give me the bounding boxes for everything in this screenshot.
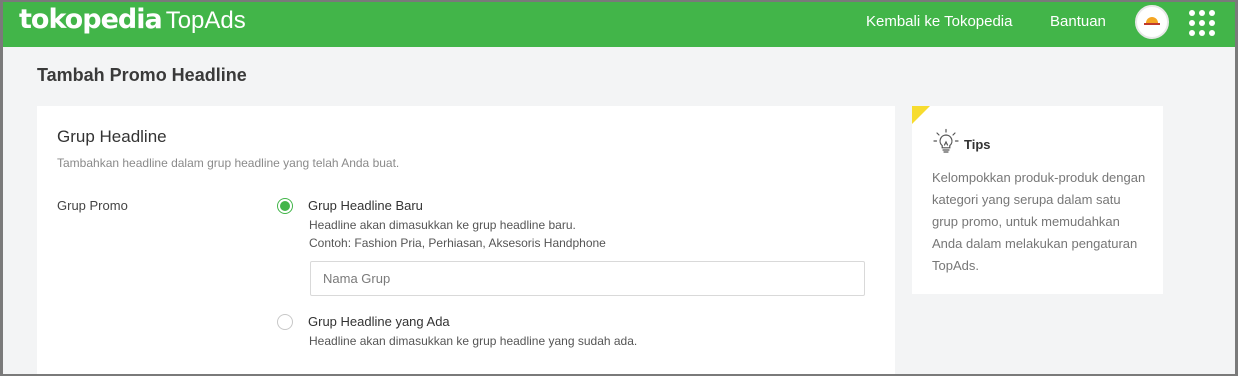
tips-card: Tips Kelompokkan produk-produk dengan ka…: [912, 106, 1163, 294]
logo-brand: tokopedia: [19, 4, 163, 35]
option-new-group-example: Contoh: Fashion Pria, Perhiasan, Aksesor…: [309, 236, 606, 250]
tips-text: Kelompokkan produk-produk dengan kategor…: [932, 170, 1146, 273]
radio-new-group[interactable]: [277, 198, 293, 214]
tips-corner-accent: [912, 106, 930, 124]
page-title: Tambah Promo Headline: [37, 65, 247, 85]
option-existing-group-label[interactable]: Grup Headline yang Ada: [308, 314, 450, 329]
app-frame: tokopedia TopAds Kembali ke Tokopedia Ba…: [3, 2, 1235, 374]
logo[interactable]: tokopedia TopAds: [19, 4, 246, 36]
help-link[interactable]: Bantuan: [1050, 13, 1106, 30]
avatar[interactable]: [1135, 5, 1169, 39]
tips-title: Tips: [964, 137, 991, 152]
card-title: Grup Headline: [57, 127, 167, 146]
option-existing-group-desc: Headline akan dimasukkan ke grup headlin…: [309, 334, 638, 348]
group-name-input[interactable]: [310, 261, 865, 296]
option-new-group-label[interactable]: Grup Headline Baru: [308, 198, 423, 213]
apps-grid-icon[interactable]: [1189, 10, 1215, 36]
lightbulb-icon: [933, 128, 959, 153]
shop-avatar-icon: [1144, 17, 1160, 27]
top-navbar: tokopedia TopAds Kembali ke Tokopedia Ba…: [3, 2, 1235, 47]
back-to-tokopedia-link[interactable]: Kembali ke Tokopedia: [866, 13, 1012, 30]
group-headline-card: Grup Headline Tambahkan headline dalam g…: [37, 106, 895, 374]
radio-existing-group[interactable]: [277, 314, 293, 330]
option-new-group-desc: Headline akan dimasukkan ke grup headlin…: [309, 218, 576, 232]
card-subtitle: Tambahkan headline dalam grup headline y…: [57, 156, 400, 170]
group-promo-label: Grup Promo: [57, 198, 128, 213]
logo-product: TopAds: [165, 7, 246, 34]
